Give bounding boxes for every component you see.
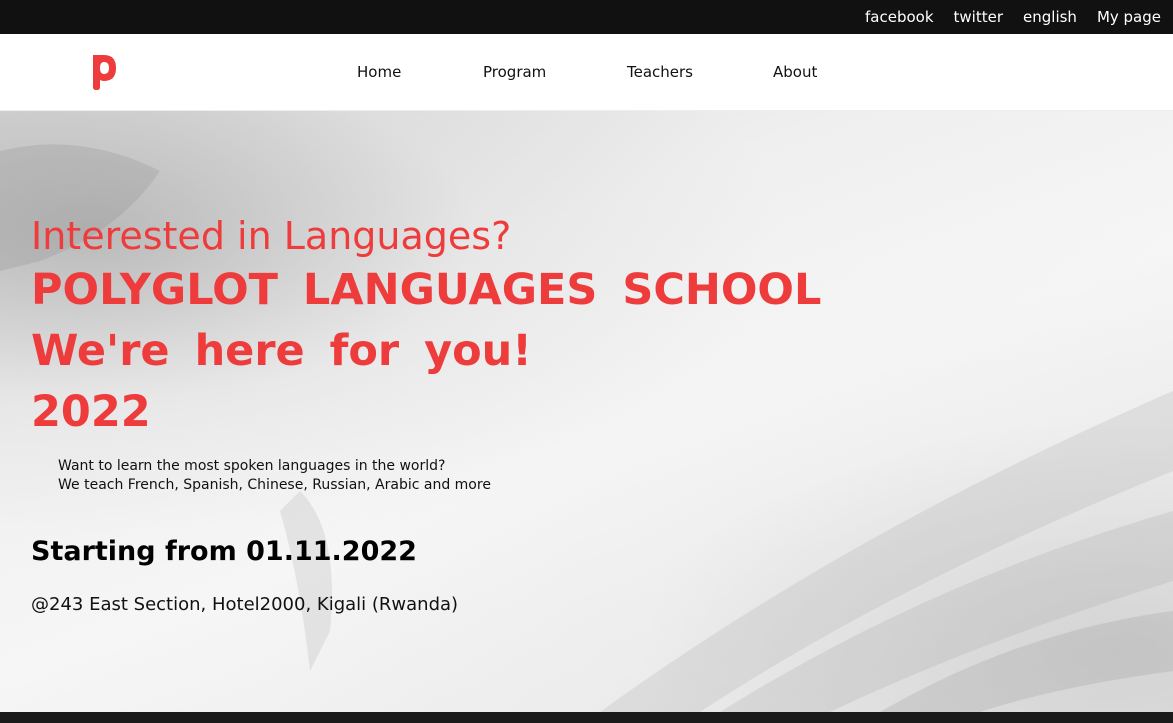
hero-title: POLYGLOT LANGUAGES SCHOOL [31, 265, 822, 315]
hero-background-image [0, 144, 1173, 712]
description-line-1: Want to learn the most spoken languages … [58, 458, 446, 474]
main-navbar: Home Program Teachers About [0, 34, 1173, 111]
description-line-2: We teach French, Spanish, Chinese, Russi… [58, 477, 491, 493]
nav-teachers[interactable]: Teachers [627, 63, 693, 81]
nav-menu: Home Program Teachers About [0, 34, 1173, 111]
nav-about[interactable]: About [773, 63, 817, 81]
hero-tagline: Interested in Languages? [31, 214, 512, 258]
school-address: @243 East Section, Hotel2000, Kigali (Rw… [31, 594, 459, 615]
language-link[interactable]: english [1023, 0, 1077, 34]
start-date-heading: Starting from 01.11.2022 [31, 536, 417, 567]
hero-description: Want to learn the most spoken languages … [58, 457, 491, 495]
footer-strip [0, 712, 1173, 723]
nav-program[interactable]: Program [483, 63, 546, 81]
facebook-link[interactable]: facebook [865, 0, 934, 34]
top-bar: facebook twitter english My page [0, 0, 1173, 34]
my-page-link[interactable]: My page [1097, 0, 1161, 34]
twitter-link[interactable]: twitter [954, 0, 1003, 34]
nav-home[interactable]: Home [357, 63, 401, 81]
hero-subtitle: We're here for you! [31, 326, 532, 376]
hero-year: 2022 [31, 387, 151, 437]
hero-section: Interested in Languages? POLYGLOT LANGUA… [0, 111, 1173, 712]
